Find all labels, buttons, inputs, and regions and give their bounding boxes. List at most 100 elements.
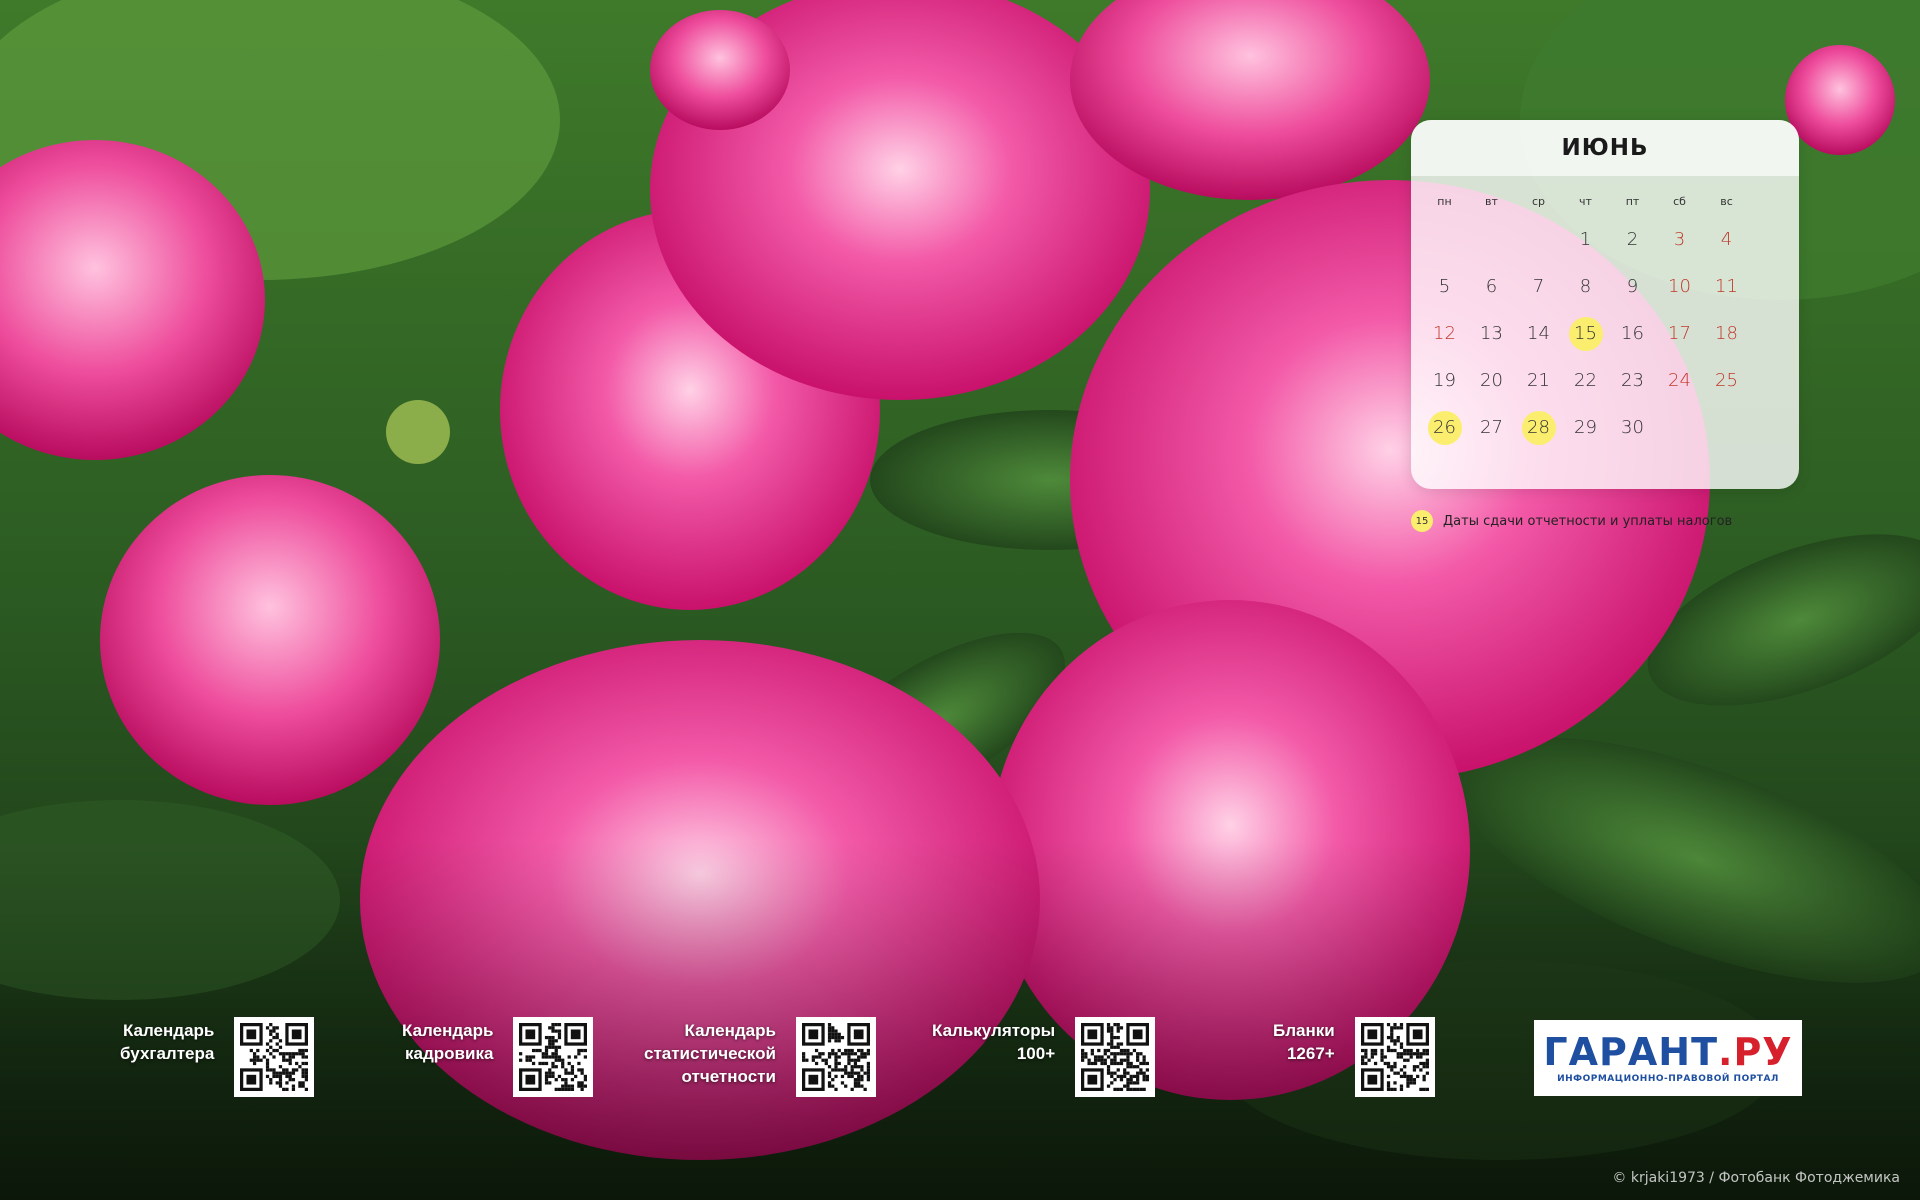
link-label: Календарь бухгалтера [120,1021,215,1063]
link-calculators[interactable]: Калькуляторы 100+ [932,1017,1156,1097]
weekday-label: пн [1437,195,1452,208]
legend-text: Даты сдачи отчетности и уплаты налогов [1443,513,1733,529]
calendar-day-number: 26 [1427,410,1462,445]
calendar-day: 3 [1656,216,1703,263]
calendar-day: 18 [1703,310,1750,357]
calendar-day: 5 [1421,263,1468,310]
legend-marker: 15 [1411,510,1433,532]
calendar-empty-cell [1656,404,1703,451]
qr-code-icon[interactable] [1354,1017,1435,1097]
weekday-label: вт [1485,195,1498,208]
calendar-day-number: 14 [1527,323,1550,344]
calendar-day-number: 12 [1433,323,1456,344]
calendar-day-number: 20 [1480,370,1503,391]
calendar-day: 24 [1656,357,1703,404]
calendar-month-title: ИЮНЬ [1561,135,1649,161]
calendar-day: 8 [1562,263,1609,310]
weekday-label: сб [1673,195,1686,208]
calendar-day: 6 [1468,263,1515,310]
calendar-day-number: 13 [1480,323,1503,344]
calendar-day-number: 11 [1715,276,1738,297]
calendar-day: 23 [1609,357,1656,404]
link-statistics-calendar[interactable]: Календарь статистической отчетности [644,1017,876,1097]
calendar-day-number: 15 [1568,316,1603,351]
calendar-header: ИЮНЬ [1411,120,1799,176]
logo-main-text: ГАРАНТ [1543,1030,1718,1074]
calendar-day-number: 5 [1438,276,1451,297]
weekday-label: ср [1531,195,1546,208]
qr-code-icon[interactable] [795,1017,876,1097]
qr-code-icon[interactable] [234,1017,315,1097]
calendar-card: ИЮНЬ пн вт ср чт пт сб вс 1 2 3 4 5 6 7 8 9 10 11 12 13 14 15… [1411,120,1799,489]
calendar-day: 21 [1515,357,1562,404]
calendar-day: 2 [1609,216,1656,263]
calendar-day-number: 30 [1621,417,1644,438]
calendar-day-number: 23 [1621,370,1644,391]
calendar-day: 12 [1421,310,1468,357]
link-label: Бланки 1267+ [1273,1021,1335,1063]
link-label: Календарь статистической отчетности [644,1021,776,1086]
logo-subtitle: ИНФОРМАЦИОННО-ПРАВОВОЙ ПОРТАЛ [1557,1074,1779,1084]
link-accountant-calendar[interactable]: Календарь бухгалтера [120,1017,315,1097]
weekday-label: чт [1579,195,1592,208]
calendar-day-number: 19 [1433,370,1456,391]
calendar-day-number: 29 [1574,417,1597,438]
weekday-label: вс [1720,195,1733,208]
calendar-day: 28 [1515,404,1562,451]
calendar-day: 14 [1515,310,1562,357]
calendar-day-number: 7 [1532,276,1545,297]
logo-dot: . [1718,1030,1734,1074]
link-label: Калькуляторы 100+ [932,1021,1056,1063]
weekday-label: пт [1625,195,1640,208]
calendar-empty-cell [1421,216,1468,263]
calendar-day-number: 10 [1668,276,1691,297]
calendar-day-number: 17 [1668,323,1691,344]
link-hr-calendar[interactable]: Календарь кадровика [402,1017,594,1097]
calendar-day: 11 [1703,263,1750,310]
calendar-day-number: 27 [1480,417,1503,438]
calendar-day: 29 [1562,404,1609,451]
calendar-empty-cell [1703,404,1750,451]
calendar-day: 13 [1468,310,1515,357]
calendar-day-number: 4 [1720,229,1733,250]
garant-logo[interactable]: ГАРАНТ.РУ ИНФОРМАЦИОННО-ПРАВОВОЙ ПОРТАЛ [1534,1020,1802,1096]
link-forms[interactable]: Бланки 1267+ [1273,1017,1435,1097]
calendar-day-number: 8 [1579,276,1592,297]
qr-code-icon[interactable] [513,1017,594,1097]
calendar-day: 30 [1609,404,1656,451]
logo-wordmark: ГАРАНТ.РУ [1543,1032,1792,1072]
calendar-day: 7 [1515,263,1562,310]
calendar-day-number: 28 [1521,410,1556,445]
calendar-day-number: 25 [1715,370,1738,391]
logo-tld: РУ [1733,1030,1793,1074]
calendar-day: 22 [1562,357,1609,404]
calendar-day-number: 9 [1626,276,1639,297]
calendar-day: 4 [1703,216,1750,263]
calendar-day-number: 22 [1574,370,1597,391]
calendar-day: 9 [1609,263,1656,310]
calendar-day: 20 [1468,357,1515,404]
calendar-day: 19 [1421,357,1468,404]
calendar-day-number: 24 [1668,370,1691,391]
calendar-grid: пн вт ср чт пт сб вс 1 2 3 4 5 6 7 8 9 10 11 12 13 14 15 16 17 1… [1421,188,1789,451]
calendar-day: 26 [1421,404,1468,451]
photo-credit: © krjaki1973 / Фотобанк Фотоджемика [1612,1170,1900,1186]
calendar-day-number: 6 [1485,276,1498,297]
calendar-day-number: 1 [1579,229,1592,250]
link-label: Календарь кадровика [402,1021,494,1063]
calendar-day: 25 [1703,357,1750,404]
calendar-day: 1 [1562,216,1609,263]
calendar-day-number: 16 [1621,323,1644,344]
calendar-day-number: 18 [1715,323,1738,344]
calendar-day: 10 [1656,263,1703,310]
calendar-empty-cell [1515,216,1562,263]
qr-code-icon[interactable] [1075,1017,1156,1097]
calendar-day-number: 3 [1673,229,1686,250]
calendar-day: 27 [1468,404,1515,451]
calendar-empty-cell [1468,216,1515,263]
calendar-day: 16 [1609,310,1656,357]
calendar-day: 15 [1562,310,1609,357]
calendar-day-number: 21 [1527,370,1550,391]
calendar-day-number: 2 [1626,229,1639,250]
calendar-day: 17 [1656,310,1703,357]
